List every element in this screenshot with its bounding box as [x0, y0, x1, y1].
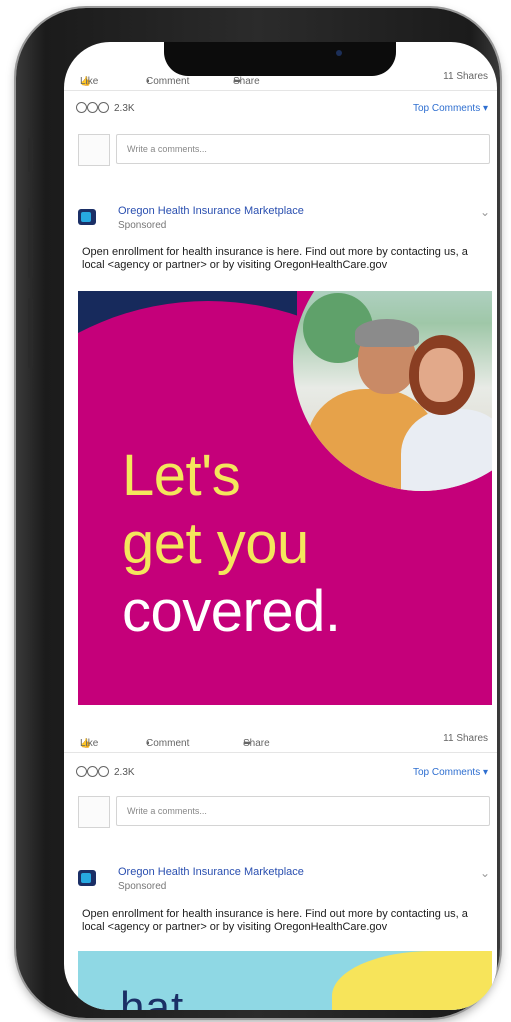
ad-headline-line1: Let's	[122, 443, 241, 508]
reaction-count[interactable]: 2.3K	[114, 103, 135, 114]
reaction-count[interactable]: 2.3K	[114, 767, 135, 778]
comment-composer: Write a comments...	[78, 796, 490, 828]
comment-input[interactable]: Write a comments...	[116, 796, 490, 826]
top-comments-dropdown[interactable]: Top Comments ▾	[413, 767, 488, 778]
woman-figure	[401, 409, 492, 491]
sponsored-label: Sponsored	[118, 220, 167, 231]
love-reaction-icon	[87, 766, 98, 777]
avatar	[78, 134, 110, 166]
sponsored-label: Sponsored	[118, 881, 167, 892]
ad-headline-line2: get you	[122, 511, 309, 576]
couple-photo	[293, 291, 492, 491]
comment-composer: Write a comments...	[78, 134, 490, 166]
notch	[164, 42, 396, 76]
top-comments-dropdown[interactable]: Top Comments ▾	[413, 103, 488, 114]
yellow-shape	[332, 951, 492, 1010]
oregon-logo-icon	[78, 209, 96, 225]
like-reaction-icon	[76, 102, 87, 113]
chevron-down-icon[interactable]: ⌄	[480, 866, 490, 880]
page-name-link[interactable]: Oregon Health Insurance Marketplace	[118, 866, 304, 878]
love-reaction-icon	[87, 102, 98, 113]
divider	[64, 752, 497, 753]
avatar	[78, 796, 110, 828]
ad-image-partial[interactable]: hat	[78, 951, 492, 1010]
post-header: Oregon Health Insurance Marketplace Spon…	[78, 203, 490, 237]
man-hair	[355, 319, 419, 347]
page-name-link[interactable]: Oregon Health Insurance Marketplace	[118, 205, 304, 217]
haha-reaction-icon	[98, 102, 109, 113]
post-text: Open enrollment for health insurance is …	[82, 246, 468, 271]
post-text: Open enrollment for health insurance is …	[82, 908, 468, 933]
oregon-logo-icon	[78, 870, 96, 886]
ad-headline-partial: hat	[120, 983, 185, 1010]
reactions-row: 2.3K Top Comments ▾	[76, 762, 488, 782]
haha-reaction-icon	[98, 766, 109, 777]
shares-count[interactable]: 11 Shares	[443, 71, 488, 82]
phone-frame: 👍 Like ▪ Comment ➦ Share 11 Shares 2.3K …	[16, 8, 500, 1018]
reactions-row: 2.3K Top Comments ▾	[76, 98, 488, 118]
phone-screen: 👍 Like ▪ Comment ➦ Share 11 Shares 2.3K …	[64, 42, 497, 1010]
woman-head	[419, 348, 463, 402]
camera-icon	[336, 50, 342, 56]
post-action-bar: 👍 Like ▪ Comment ➦ Share 11 Shares	[80, 733, 488, 749]
divider	[64, 90, 497, 91]
mute-switch	[28, 138, 33, 172]
ad-image[interactable]: Let's get you covered.	[78, 291, 492, 705]
chevron-down-icon[interactable]: ⌄	[480, 205, 490, 219]
volume-up-button	[28, 208, 33, 278]
post-header: Oregon Health Insurance Marketplace Spon…	[78, 864, 490, 898]
comment-input[interactable]: Write a comments...	[116, 134, 490, 164]
volume-down-button	[28, 298, 33, 368]
ad-headline-line3: covered.	[122, 579, 341, 644]
shares-count[interactable]: 11 Shares	[443, 733, 488, 744]
like-reaction-icon	[76, 766, 87, 777]
